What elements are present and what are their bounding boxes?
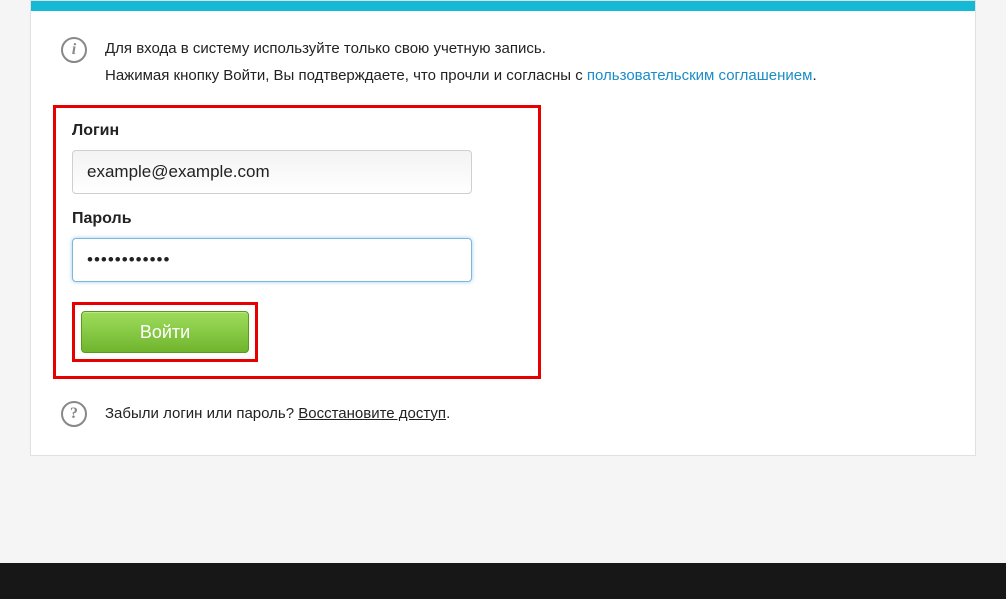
login-label: Логин [72,122,522,140]
form-highlight-box: Логин Пароль Войти [53,105,541,379]
info-line2-suffix: . [812,67,816,84]
help-icon: ? [61,401,87,427]
info-glyph: i [72,41,76,59]
login-group: Логин [72,122,522,194]
info-text-block: Для входа в систему используйте только с… [105,35,817,89]
submit-highlight-box: Войти [72,302,258,362]
help-text: Забыли логин или пароль? Восстановите до… [105,405,450,422]
password-input[interactable] [72,238,472,282]
info-line1: Для входа в систему используйте только с… [105,35,817,62]
page-footer [0,563,1006,599]
password-label: Пароль [72,210,522,228]
help-suffix: . [446,405,450,422]
top-accent-bar [31,1,975,11]
restore-access-link[interactable]: Восстановите доступ [298,405,446,422]
help-row: ? Забыли логин или пароль? Восстановите … [31,393,975,435]
login-input[interactable] [72,150,472,194]
info-line2: Нажимая кнопку Войти, Вы подтверждаете, … [105,62,817,89]
user-agreement-link[interactable]: пользовательским соглашением [587,67,813,84]
info-message: i Для входа в систему используйте только… [31,11,975,99]
help-prefix: Забыли логин или пароль? [105,405,298,422]
info-line2-prefix: Нажимая кнопку Войти, Вы подтверждаете, … [105,67,587,84]
help-glyph: ? [70,405,78,423]
submit-button[interactable]: Войти [81,311,249,353]
info-icon: i [61,37,87,63]
password-group: Пароль [72,210,522,282]
login-panel: i Для входа в систему используйте только… [30,0,976,456]
